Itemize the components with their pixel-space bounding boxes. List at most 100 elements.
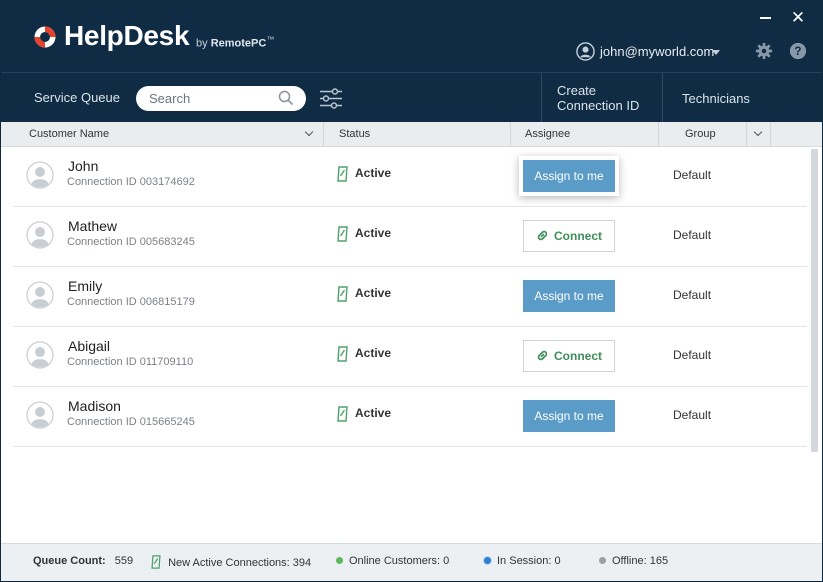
- online-customers-text: Online Customers: 0: [349, 555, 450, 567]
- vertical-scrollbar[interactable]: [808, 147, 822, 543]
- search-input[interactable]: [149, 90, 274, 107]
- connect-button[interactable]: Connect: [523, 220, 615, 252]
- title-bar: HelpDesk by RemotePC™ ✕ john@myworld.com: [1, 1, 822, 72]
- column-assignee[interactable]: Assignee: [525, 122, 570, 146]
- offline: Offline: 165: [599, 555, 668, 567]
- queue-count-value: 559: [114, 555, 134, 567]
- connection-id: Connection ID 015665245: [67, 416, 195, 428]
- active-status-icon: [337, 226, 348, 242]
- column-divider: [323, 122, 324, 146]
- assign-to-me-button[interactable]: Assign to me: [523, 160, 615, 192]
- connection-id: Connection ID 006815179: [67, 296, 195, 308]
- customer-avatar-icon: [26, 341, 54, 369]
- helpdesk-window: HelpDesk by RemotePC™ ✕ john@myworld.com: [0, 0, 823, 582]
- group-value: Default: [673, 228, 712, 242]
- search-icon[interactable]: [278, 90, 294, 106]
- customer-name: Mathew: [68, 218, 118, 234]
- column-customer-name[interactable]: Customer Name: [29, 122, 109, 146]
- help-icon[interactable]: ?: [789, 42, 807, 60]
- user-email-menu[interactable]: john@myworld.com: [600, 44, 714, 59]
- table-row[interactable]: John Connection ID 003174692 Active Assign …: [13, 147, 807, 207]
- customer-name: John: [68, 158, 99, 174]
- column-divider: [658, 122, 659, 146]
- connection-id: Connection ID 005683245: [67, 236, 195, 248]
- byline-company: RemotePC: [210, 37, 267, 50]
- user-avatar-icon: [576, 42, 595, 61]
- chevron-down-icon[interactable]: [712, 50, 720, 55]
- table-header: Customer Name Status Assignee Group: [1, 122, 822, 147]
- trademark: ™: [266, 35, 275, 44]
- brand-title: HelpDesk: [64, 20, 190, 51]
- status-text: Active: [355, 166, 392, 180]
- customer-avatar-icon: [26, 281, 54, 309]
- new-active-connections-text: New Active Connections: 394: [168, 557, 312, 569]
- group-value: Default: [673, 288, 712, 302]
- new-active-connections: New Active Connections: 394: [150, 555, 311, 569]
- online-dot-icon: [336, 557, 343, 564]
- status-text: Active: [355, 346, 392, 360]
- chevron-down-icon[interactable]: [304, 127, 314, 137]
- table-row[interactable]: Emily Connection ID 006815179 Active Assign…: [13, 267, 807, 327]
- column-divider: [770, 122, 771, 146]
- customer-avatar-icon: [26, 221, 54, 249]
- in-session: In Session: 0: [484, 555, 561, 567]
- column-group[interactable]: Group: [685, 122, 716, 146]
- customer-name: Emily: [68, 278, 103, 294]
- connect-button[interactable]: Connect: [523, 340, 615, 372]
- group-value: Default: [673, 168, 712, 182]
- lifebuoy-logo-icon: [34, 26, 56, 48]
- connect-button-label: Connect: [554, 229, 602, 243]
- scrollbar-thumb[interactable]: [811, 149, 818, 452]
- online-customers: Online Customers: 0: [336, 555, 449, 567]
- table-row[interactable]: Madison Connection ID 015665245 Active Assi…: [13, 387, 807, 447]
- connection-id: Connection ID 011709110: [67, 356, 194, 368]
- column-divider: [510, 122, 511, 146]
- table-row[interactable]: Abigail Connection ID 011709110 Active Conn…: [13, 327, 807, 387]
- customer-avatar-icon: [26, 401, 54, 429]
- column-divider: [746, 122, 747, 146]
- queue-count: Queue Count: 559: [33, 555, 133, 567]
- active-status-icon: [337, 406, 348, 422]
- customer-name: Abigail: [68, 338, 111, 354]
- assign-to-me-button[interactable]: Assign to me: [523, 400, 615, 432]
- link-icon: [537, 350, 548, 361]
- customer-name: Madison: [68, 398, 121, 414]
- status-text: Active: [355, 406, 392, 420]
- search-box: [136, 86, 306, 111]
- create-line-2: Connection ID: [557, 98, 640, 113]
- active-status-icon: [337, 286, 348, 302]
- customer-avatar-icon: [26, 161, 54, 189]
- group-value: Default: [673, 408, 712, 422]
- status-text: Active: [355, 286, 392, 300]
- active-status-icon: [337, 346, 348, 362]
- chevron-down-icon[interactable]: [753, 127, 763, 137]
- connect-button-label: Connect: [554, 349, 602, 363]
- nav-technicians[interactable]: Technicians: [682, 91, 750, 106]
- nav-bar: Service Queue Create Connection ID: [1, 72, 822, 122]
- create-line-1: Create: [557, 83, 597, 98]
- byline-prefix: by: [196, 37, 208, 50]
- link-icon: [537, 230, 548, 241]
- nav-service-queue[interactable]: Service Queue: [34, 90, 120, 105]
- filter-sliders-icon[interactable]: [320, 88, 342, 109]
- gear-icon[interactable]: [755, 42, 773, 60]
- offline-text: Offline: 165: [612, 555, 669, 567]
- status-footer: Queue Count: 559 New Active Connections:…: [1, 543, 822, 581]
- queue-count-label: Queue Count:: [33, 555, 106, 567]
- svg-text:?: ?: [794, 45, 801, 58]
- status-text: Active: [355, 226, 392, 240]
- in-session-text: In Session: 0: [497, 555, 561, 567]
- in-session-dot-icon: [484, 557, 491, 564]
- connection-id: Connection ID 003174692: [67, 176, 195, 188]
- group-value: Default: [673, 348, 712, 362]
- offline-dot-icon: [599, 557, 606, 564]
- brand-byline: by RemotePC™: [196, 35, 274, 50]
- active-status-icon: [337, 166, 348, 182]
- active-status-icon: [151, 555, 161, 569]
- close-button[interactable]: ✕: [790, 9, 806, 27]
- table-row[interactable]: Mathew Connection ID 005683245 Active Conne…: [13, 207, 807, 267]
- nav-create-connection-id[interactable]: Create Connection ID: [541, 73, 663, 122]
- column-status[interactable]: Status: [339, 122, 370, 146]
- minimize-button[interactable]: [760, 17, 771, 19]
- assign-to-me-button[interactable]: Assign to me: [523, 280, 615, 312]
